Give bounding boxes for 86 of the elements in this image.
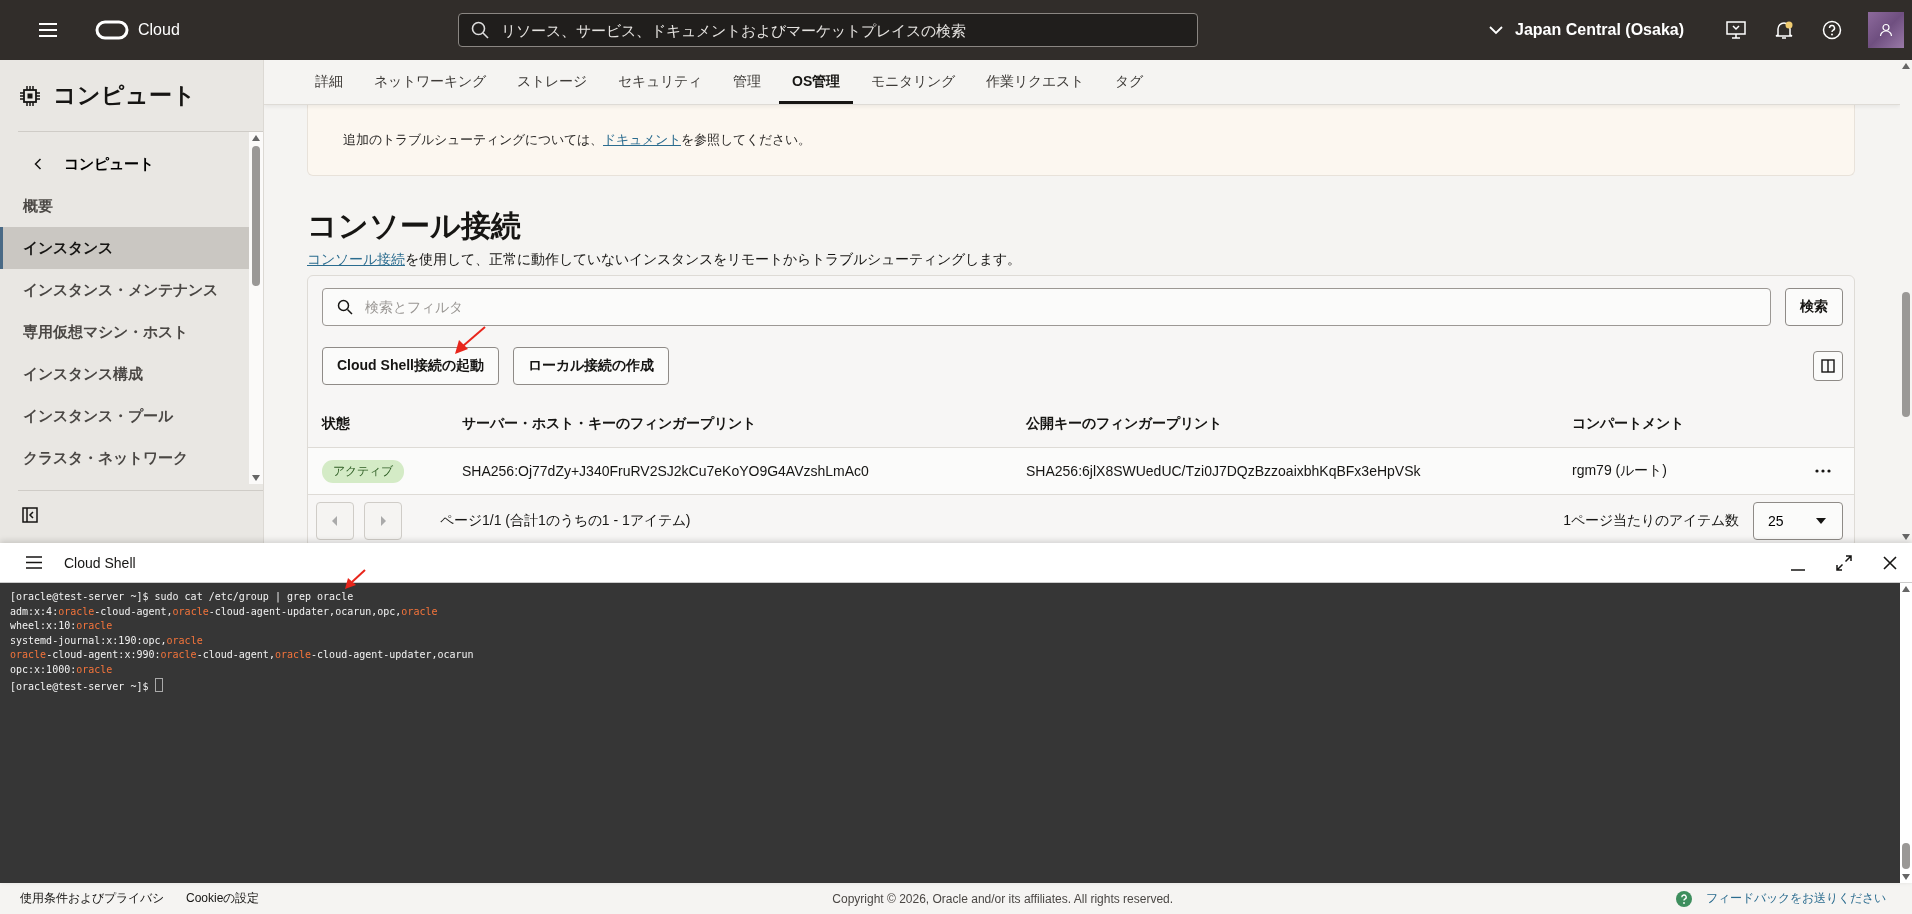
scrollbar[interactable]	[1900, 583, 1912, 883]
per-page-select[interactable]: 25	[1753, 502, 1843, 540]
menu-icon[interactable]	[26, 556, 42, 569]
terminal-line: adm:x:4:oracle-cloud-agent,oracle-cloud-agent-updater,ocarun,opc,oracle	[10, 604, 439, 619]
brand-name: Cloud	[138, 21, 180, 39]
terminal-line: [oracle@test-server ~]$	[10, 677, 1890, 695]
scroll-thumb[interactable]	[1902, 292, 1910, 417]
table-cell-text: rgm79 (ルート)	[1572, 462, 1668, 480]
scroll-down-icon[interactable]	[1902, 874, 1910, 880]
sidebar-item[interactable]: 概要	[0, 185, 249, 227]
chevron-left-icon	[34, 158, 42, 170]
bell-icon[interactable]	[1774, 20, 1794, 40]
search-button[interactable]: 検索	[1785, 288, 1843, 326]
tab[interactable]: タグ	[1102, 60, 1157, 104]
scroll-up-icon[interactable]	[1902, 63, 1910, 69]
table-cell-text: SHA256:Oj77dZy+J340FruRV2SJ2kCu7eKoYO9G4AVzshLmAc0	[462, 463, 870, 479]
banner-text: 追加のトラブルシューティングについては、ドキュメント を参照してください。	[343, 131, 811, 149]
scroll-down-icon[interactable]	[1902, 534, 1910, 540]
terminal-line: oracle-cloud-agent:x:990:oracle-cloud-agent,oracle-cloud-agent-updater,ocarun	[10, 648, 475, 663]
column-header: コンパートメント	[1572, 415, 1685, 433]
sidebar-item[interactable]: 専用仮想マシン・ホスト	[0, 311, 249, 353]
scroll-up-icon[interactable]	[1902, 586, 1910, 592]
tab[interactable]: セキュリティ	[605, 60, 715, 104]
terminal-line: wheel:x:10:oracle	[10, 619, 114, 634]
columns-button[interactable]	[1813, 351, 1843, 381]
back-link[interactable]: コンピュート	[0, 143, 249, 185]
annotation-arrow	[453, 326, 487, 356]
tab[interactable]: モニタリング	[858, 60, 969, 104]
panel-title: Cloud Shell	[64, 554, 136, 571]
search-field[interactable]: リソース、サービス、ドキュメントおよびマーケットプレイスの検索	[457, 13, 1198, 47]
tab[interactable]: ネットワーキング	[361, 60, 499, 104]
column-header: 公開キーのフィンガープリント	[1026, 415, 1223, 433]
sidebar-item[interactable]: クラスタ・ネットワーク	[0, 437, 249, 479]
scroll-thumb[interactable]	[1902, 843, 1910, 869]
action-button[interactable]: ローカル接続の作成	[513, 347, 669, 385]
search-field[interactable]: 検索とフィルタ	[322, 288, 1771, 326]
page-summary: ページ1/1 (合計1のうちの1 - 1アイテム)	[440, 512, 691, 530]
footer-link[interactable]: 使用条件およびプライバシ	[20, 890, 164, 907]
sidebar-item[interactable]: インスタンス・プール	[0, 395, 249, 437]
search-icon	[470, 21, 489, 39]
annotation-arrow	[343, 569, 367, 591]
caret-icon	[1816, 518, 1826, 524]
scroll-thumb[interactable]	[252, 146, 260, 286]
search-icon	[337, 299, 353, 315]
sidebar-item[interactable]: インスタンス・メンテナンス	[0, 269, 249, 311]
column-header: サーバー・ホスト・キーのフィンガープリント	[462, 415, 757, 433]
section-description: コンソール接続を使用して、正常に動作していないインスタンスをリモートからトラブルシューティングします。	[307, 251, 1022, 269]
more-options-icon[interactable]	[1815, 469, 1831, 473]
table-cell-text: SHA256:6jlX8SWUedUC/Tzi0J7DQzBzzoaixbhKqBFx3eHpVSk	[1026, 463, 1422, 479]
scrollbar[interactable]	[249, 132, 263, 484]
chevron-down-icon	[1489, 25, 1504, 35]
feedback-link[interactable]: フィードバックをお送りください	[1706, 890, 1886, 907]
action-button[interactable]: Cloud Shell接続の起動	[322, 347, 499, 385]
terminal-line: opc:x:1000:oracle	[10, 662, 114, 677]
tab[interactable]: ストレージ	[504, 60, 600, 104]
scroll-down-icon[interactable]	[252, 475, 260, 481]
collapse-panel-icon[interactable]	[22, 507, 38, 523]
per-page-label: 1ページ当たりのアイテム数	[1563, 512, 1739, 530]
help-icon[interactable]	[1822, 20, 1842, 40]
sidebar-title: コンピュート	[53, 81, 196, 110]
footer-link[interactable]: Cookieの設定	[186, 890, 260, 907]
close-icon[interactable]	[1882, 554, 1898, 571]
status-badge: アクティブ	[322, 459, 404, 483]
console-connection-link[interactable]: コンソール接続	[307, 251, 405, 267]
columns-icon	[1821, 359, 1835, 373]
avatar[interactable]	[1868, 12, 1904, 48]
logo-icon[interactable]	[95, 20, 129, 40]
copyright: Copyright © 2026, Oracle and/or its affiliates. All rights reserved.	[832, 891, 1174, 906]
tab[interactable]: 詳細	[302, 60, 356, 104]
triangle-left-icon	[332, 516, 338, 526]
chip-icon	[19, 84, 41, 107]
region-selector[interactable]: Japan Central (Osaka)	[1483, 20, 1690, 40]
monitor-icon[interactable]	[1726, 21, 1746, 39]
tab[interactable]: 管理	[720, 60, 774, 104]
terminal-line: [oracle@test-server ~]$ sudo cat /etc/group | grep oracle	[10, 590, 355, 605]
scroll-up-icon[interactable]	[252, 135, 260, 141]
sidebar-item[interactable]: インスタンス構成	[0, 353, 249, 395]
sidebar-item[interactable]: インスタンス	[0, 227, 249, 269]
tab[interactable]: 作業リクエスト	[973, 60, 1098, 104]
scrollbar[interactable]	[1900, 60, 1912, 543]
triangle-right-icon	[380, 516, 386, 526]
maximize-icon[interactable]	[1836, 554, 1852, 571]
column-header: 状態	[322, 415, 351, 433]
section-title: コンソール接続	[307, 208, 522, 244]
documentation-link[interactable]: ドキュメント	[603, 132, 681, 147]
terminal-line: systemd-journal:x:190:opc,oracle	[10, 633, 204, 648]
